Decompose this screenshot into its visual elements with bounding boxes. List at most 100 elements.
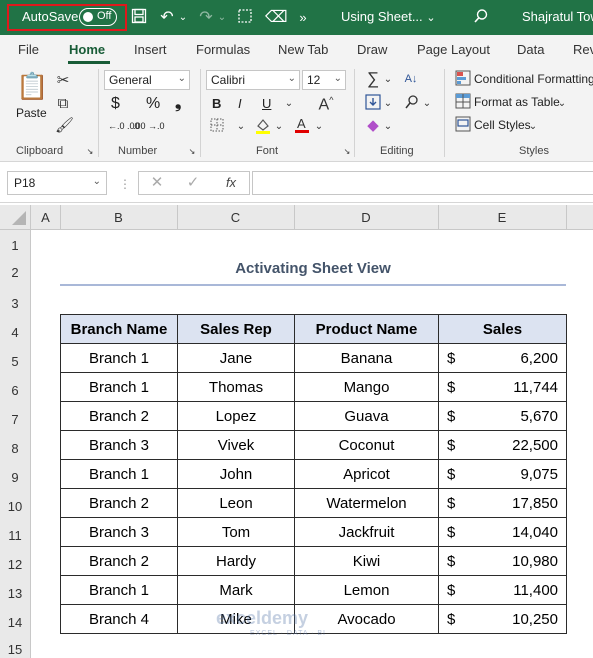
row-header[interactable]: 13 — [0, 586, 30, 601]
row-header[interactable]: 9 — [0, 470, 30, 485]
paste-icon[interactable]: 📋 — [16, 71, 48, 101]
cell-sales-rep[interactable]: Hardy — [177, 546, 295, 576]
cell-product[interactable]: Lemon — [294, 575, 439, 605]
document-title[interactable]: Using Sheet... — [341, 9, 423, 24]
cell-branch[interactable]: Branch 3 — [60, 517, 178, 547]
cell-sales[interactable]: $10,980 — [438, 546, 567, 576]
save-icon[interactable] — [130, 8, 148, 28]
cell-branch[interactable]: Branch 4 — [60, 604, 178, 634]
header-sales-rep[interactable]: Sales Rep — [177, 314, 295, 344]
row-header[interactable]: 14 — [0, 615, 30, 630]
enter-icon[interactable]: ✓ — [185, 174, 201, 192]
splitter-handle-icon[interactable]: ⋮ — [119, 175, 131, 193]
cell-product[interactable]: Mango — [294, 372, 439, 402]
borders-dropdown-icon[interactable]: ⌄ — [236, 118, 246, 136]
column-header-e[interactable]: E — [438, 210, 566, 225]
paste-label[interactable]: Paste — [16, 106, 47, 120]
format-as-table-icon[interactable] — [454, 93, 472, 114]
cell-branch[interactable]: Branch 3 — [60, 430, 178, 460]
cell-sales[interactable]: $5,670 — [438, 401, 567, 431]
italic-button[interactable]: I — [238, 96, 242, 111]
formula-input[interactable] — [252, 171, 593, 195]
cell-styles-dropdown-icon[interactable]: ⌄ — [528, 118, 538, 136]
underline-dropdown-icon[interactable]: ⌄ — [284, 95, 294, 113]
row-header[interactable]: 5 — [0, 354, 30, 369]
insert-function-button[interactable]: fx — [221, 174, 241, 192]
row-header[interactable]: 6 — [0, 383, 30, 398]
select-area-icon[interactable] — [236, 8, 254, 28]
redo-icon[interactable]: ↷ — [197, 8, 215, 28]
search-icon[interactable] — [472, 8, 490, 28]
cell-sales-rep[interactable]: Thomas — [177, 372, 295, 402]
accounting-format-button[interactable]: $ — [111, 95, 120, 113]
cell-branch[interactable]: Branch 1 — [60, 459, 178, 489]
cell-branch[interactable]: Branch 1 — [60, 372, 178, 402]
tab-page-layout[interactable]: Page Layout — [417, 42, 490, 57]
cancel-icon[interactable]: ✕ — [149, 174, 165, 192]
clipboard-launcher-icon[interactable]: ↘ — [85, 147, 95, 157]
autosum-icon[interactable]: ∑ — [364, 70, 382, 88]
cell-sales-rep[interactable]: Mark — [177, 575, 295, 605]
cut-icon[interactable]: ✂ — [55, 72, 71, 90]
more-commands-icon[interactable]: » — [296, 8, 310, 28]
row-header[interactable]: 11 — [0, 528, 30, 543]
conditional-formatting-icon[interactable] — [454, 70, 472, 91]
tab-new-tab[interactable]: New Tab — [278, 42, 328, 57]
cell-sales[interactable]: $10,250 — [438, 604, 567, 634]
borders-icon[interactable] — [208, 118, 226, 137]
bold-button[interactable]: B — [212, 96, 221, 111]
row-header[interactable]: 10 — [0, 499, 30, 514]
tab-home[interactable]: Home — [69, 42, 105, 57]
cell-branch[interactable]: Branch 2 — [60, 401, 178, 431]
fill-color-icon[interactable] — [254, 117, 272, 140]
header-sales[interactable]: Sales — [438, 314, 567, 344]
cell-branch[interactable]: Branch 1 — [60, 343, 178, 373]
row-header[interactable]: 8 — [0, 441, 30, 456]
tab-draw[interactable]: Draw — [357, 42, 387, 57]
cell-product[interactable]: Banana — [294, 343, 439, 373]
cell-sales[interactable]: $14,040 — [438, 517, 567, 547]
find-select-icon[interactable] — [403, 94, 421, 115]
cell-product[interactable]: Jackfruit — [294, 517, 439, 547]
comma-style-button[interactable]: ❟ — [175, 95, 181, 113]
row-header[interactable]: 3 — [0, 296, 30, 311]
cell-branch[interactable]: Branch 2 — [60, 546, 178, 576]
fill-color-dropdown-icon[interactable]: ⌄ — [274, 118, 284, 136]
fill-icon[interactable] — [364, 94, 382, 115]
user-name[interactable]: Shajratul Tow — [522, 9, 593, 24]
format-painter-icon[interactable]: 🖌 — [55, 117, 74, 135]
number-launcher-icon[interactable]: ↘ — [187, 147, 197, 157]
tab-review[interactable]: Rev — [573, 42, 593, 57]
header-product-name[interactable]: Product Name — [294, 314, 439, 344]
font-color-dropdown-icon[interactable]: ⌄ — [314, 118, 324, 136]
row-header[interactable]: 4 — [0, 325, 30, 340]
cell-sales-rep[interactable]: John — [177, 459, 295, 489]
autosave-toggle[interactable]: Off — [79, 8, 117, 26]
decrease-decimal-button[interactable]: .00 →.0 — [133, 121, 165, 131]
increase-font-icon[interactable]: A^ — [314, 91, 338, 114]
tab-data[interactable]: Data — [517, 42, 544, 57]
font-name-dropdown[interactable]: Calibri ⌄ — [206, 70, 300, 90]
cell-sales[interactable]: $11,400 — [438, 575, 567, 605]
percent-style-button[interactable]: % — [146, 95, 160, 113]
cell-sales[interactable]: $17,850 — [438, 488, 567, 518]
undo-dropdown-icon[interactable]: ⌄ — [177, 8, 189, 28]
cell-product[interactable]: Guava — [294, 401, 439, 431]
column-header-b[interactable]: B — [60, 210, 177, 225]
autosum-dropdown-icon[interactable]: ⌄ — [383, 71, 393, 89]
header-branch-name[interactable]: Branch Name — [60, 314, 178, 344]
cell-sales-rep[interactable]: Jane — [177, 343, 295, 373]
sort-filter-icon[interactable]: A↓ — [400, 70, 422, 88]
cell-sales[interactable]: $6,200 — [438, 343, 567, 373]
format-table-dropdown-icon[interactable]: ⌄ — [557, 95, 567, 113]
cell-sales-rep[interactable]: Tom — [177, 517, 295, 547]
tab-insert[interactable]: Insert — [134, 42, 167, 57]
fill-dropdown-icon[interactable]: ⌄ — [383, 95, 393, 113]
conditional-formatting-button[interactable]: Conditional Formatting — [474, 72, 593, 86]
cell-sales[interactable]: $9,075 — [438, 459, 567, 489]
column-header-c[interactable]: C — [177, 210, 294, 225]
clear-icon[interactable]: ◆ — [364, 117, 382, 135]
cell-product[interactable]: Apricot — [294, 459, 439, 489]
underline-button[interactable]: U — [262, 96, 271, 111]
row-header[interactable]: 7 — [0, 412, 30, 427]
